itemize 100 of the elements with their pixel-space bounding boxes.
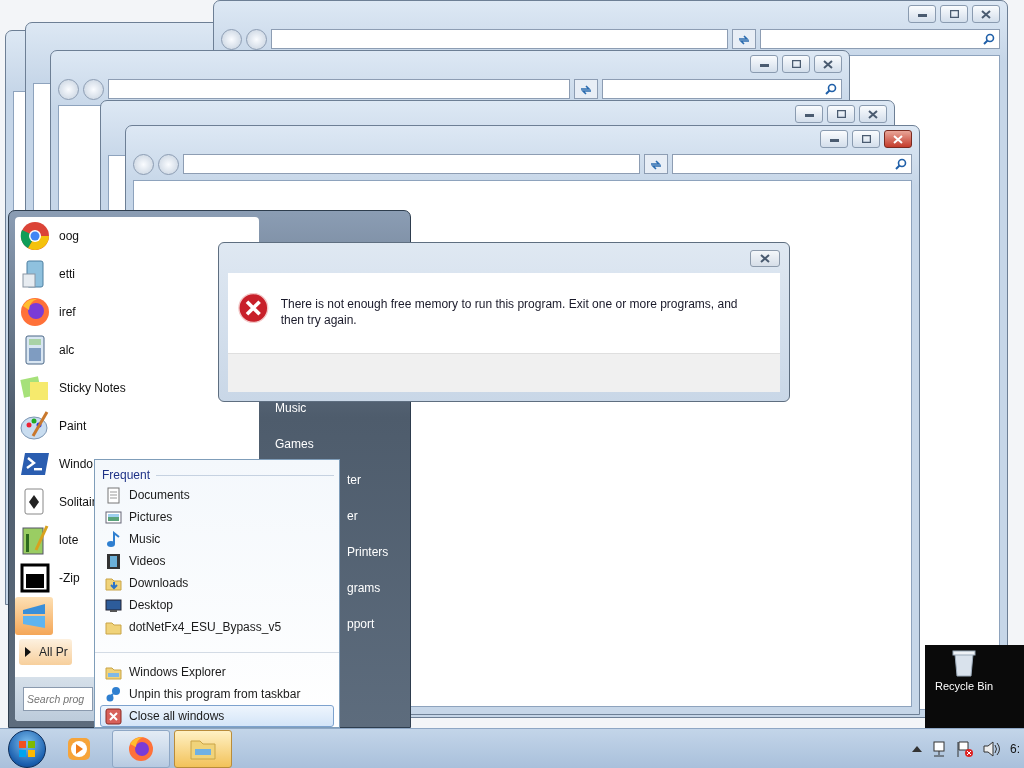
program-item[interactable]: Windo — [15, 445, 95, 483]
error-icon — [238, 291, 269, 325]
jump-list-item[interactable]: Videos — [100, 550, 334, 572]
close-button[interactable] — [750, 249, 780, 267]
close-icon — [823, 59, 833, 69]
forward-button[interactable] — [246, 28, 267, 50]
refresh-button[interactable] — [644, 154, 668, 174]
film-icon — [105, 552, 122, 570]
back-button[interactable] — [221, 28, 242, 50]
program-item[interactable] — [15, 597, 53, 635]
close-icon — [893, 134, 903, 144]
jump-list-item[interactable]: Desktop — [100, 594, 334, 616]
close-icon — [760, 253, 770, 263]
search-icon — [825, 83, 837, 95]
program-item[interactable]: -Zip — [15, 559, 82, 597]
jump-list-item[interactable]: Downloads — [100, 572, 334, 594]
trash-bin-icon — [951, 648, 978, 678]
music-note-icon — [105, 530, 122, 548]
jump-list-item[interactable]: Music — [100, 528, 334, 550]
monitor-icon — [105, 596, 122, 614]
maximize-button[interactable] — [940, 5, 968, 23]
close-icon — [105, 707, 122, 725]
search-field[interactable] — [602, 79, 842, 99]
menu-item[interactable]: Printers — [343, 539, 393, 565]
taskbar-button[interactable] — [112, 729, 170, 768]
program-item[interactable]: Sticky Notes — [15, 369, 128, 407]
section-heading: Frequent — [102, 467, 151, 484]
menu-item[interactable]: pport — [343, 611, 379, 637]
palette-icon — [19, 410, 51, 442]
address-bar[interactable] — [271, 29, 728, 49]
refresh-button[interactable] — [732, 29, 756, 49]
minimize-icon — [829, 136, 839, 142]
speaker-icon — [983, 740, 1001, 757]
picture-icon — [105, 508, 122, 526]
maximize-button[interactable] — [782, 55, 810, 73]
close-icon — [981, 9, 991, 19]
maximize-icon — [949, 10, 959, 18]
maximize-button[interactable] — [852, 130, 880, 148]
clock: 6: — [1010, 740, 1020, 758]
jump-list-item[interactable]: dotNetFx4_ESU_Bypass_v5 — [100, 616, 334, 638]
start-button[interactable] — [8, 729, 46, 768]
jump-list-task[interactable]: Windows Explorer — [100, 661, 334, 683]
minimize-button[interactable] — [750, 55, 778, 73]
program-item[interactable]: oog — [15, 217, 82, 255]
jump-list-item[interactable]: Pictures — [100, 506, 334, 528]
document-icon — [105, 486, 122, 504]
windows-logo-icon — [18, 739, 36, 758]
search-icon — [983, 33, 995, 45]
close-icon — [868, 109, 878, 119]
search-field[interactable] — [760, 29, 1000, 49]
minimize-button[interactable] — [795, 105, 823, 123]
archive-icon — [19, 562, 51, 594]
refresh-button[interactable] — [574, 79, 598, 99]
search-field[interactable] — [672, 154, 912, 174]
pin-icon — [105, 685, 122, 703]
close-button[interactable] — [972, 5, 1000, 23]
network-icon — [931, 740, 947, 757]
jump-list-task[interactable]: Close all windows — [100, 705, 334, 727]
notepad-icon — [19, 524, 51, 556]
maximize-icon — [836, 110, 846, 118]
program-item[interactable]: Solitair — [15, 483, 98, 521]
search-field[interactable]: Search prog — [23, 687, 93, 711]
browser-icon — [19, 296, 51, 328]
close-button[interactable] — [814, 55, 842, 73]
maximize-icon — [861, 135, 871, 143]
browser-icon — [19, 220, 51, 252]
program-item[interactable]: lote — [15, 521, 81, 559]
close-button[interactable] — [884, 130, 912, 148]
address-bar[interactable] — [183, 154, 640, 174]
icon-label: Recycle Bin — [935, 679, 994, 694]
minimize-icon — [759, 61, 769, 67]
refresh-icon — [737, 33, 751, 46]
close-button[interactable] — [859, 105, 887, 123]
refresh-icon — [649, 158, 663, 171]
maximize-button[interactable] — [827, 105, 855, 123]
flag-icon — [956, 740, 974, 757]
menu-item[interactable]: Games — [271, 431, 318, 457]
minimize-button[interactable] — [820, 130, 848, 148]
forward-button[interactable] — [83, 78, 104, 100]
program-item[interactable]: iref — [15, 293, 78, 331]
back-button[interactable] — [58, 78, 79, 100]
program-item[interactable]: Paint — [15, 407, 89, 445]
forward-button[interactable] — [158, 153, 179, 175]
back-button[interactable] — [133, 153, 154, 175]
arrow-icon — [25, 647, 31, 657]
menu-item[interactable]: ter — [343, 467, 365, 493]
minimize-button[interactable] — [908, 5, 936, 23]
minimize-icon — [804, 111, 814, 117]
error-message: There is not enough free memory to run this program. Exit one or more programs, and then try again. — [280, 296, 739, 328]
program-item[interactable]: etti — [15, 255, 77, 293]
jump-list-item[interactable]: Documents — [100, 484, 334, 506]
refresh-icon — [579, 83, 593, 96]
jump-list-task[interactable]: Unpin this program from taskbar — [100, 683, 334, 705]
menu-item[interactable]: er — [343, 503, 362, 529]
taskbar-button[interactable] — [174, 729, 232, 768]
program-item[interactable]: alc — [15, 331, 77, 369]
maximize-icon — [791, 60, 801, 68]
menu-item[interactable]: grams — [343, 575, 385, 601]
address-bar[interactable] — [108, 79, 570, 99]
all-programs-button[interactable]: All Pr — [19, 639, 72, 665]
